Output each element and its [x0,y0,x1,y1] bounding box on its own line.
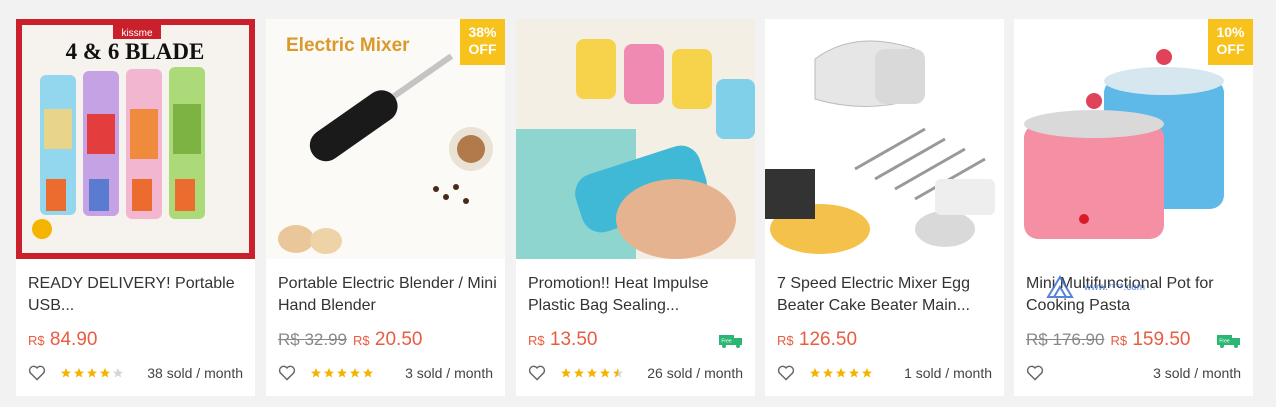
watermark: www.****.com [1044,273,1145,301]
current-price: R$ 20.50 [353,329,423,350]
old-price: R$ 32.99 [278,330,347,349]
current-price: R$ 13.50 [528,329,598,350]
product-title[interactable]: Promotion!! Heat Impulse Plastic Bag Sea… [528,273,750,317]
sold-count: 3 sold / month [405,365,493,381]
svg-text:Free: Free [721,339,732,345]
current-price: R$ 84.90 [28,329,98,350]
star-icon [337,368,347,378]
star-icon [74,368,84,378]
product-title[interactable]: READY DELIVERY! Portable USB... [28,273,250,317]
star-icon [823,368,833,378]
price-row: R$ 13.50 [528,329,597,353]
card-footer: 3 sold / month [1026,363,1241,383]
sold-count: 3 sold / month [1153,365,1241,381]
star-icon [350,368,360,378]
product-title[interactable]: Portable Electric Blender / Mini Hand Bl… [278,273,500,317]
card-footer: 26 sold / month [528,363,743,383]
product-card[interactable]: 7 Speed Electric Mixer Egg Beater Cake B… [765,19,1004,396]
svg-text:Free: Free [1219,339,1230,345]
card-footer: 38 sold / month [28,363,243,383]
rating-stars [310,367,374,379]
price-row: R$ 32.99 R$ 20.50 [278,329,422,353]
heart-icon[interactable] [528,365,546,381]
sold-count: 26 sold / month [647,365,743,381]
star-icon [61,368,71,378]
star-icon [100,368,110,378]
star-icon [574,368,584,378]
star-icon [311,368,321,378]
star-icon [324,368,334,378]
star-icon [587,368,597,378]
rating-stars [809,367,873,379]
star-icon [113,368,123,378]
rating-stars [560,367,624,379]
heart-icon[interactable] [1026,365,1044,381]
discount-badge: 38% OFF [460,19,505,65]
star-icon [849,368,859,378]
heart-icon[interactable] [28,365,46,381]
card-footer: 3 sold / month [278,363,493,383]
star-icon [613,368,623,378]
svg-text:4 & 6 BLADE: 4 & 6 BLADE [66,39,205,64]
watermark-logo-icon [1046,275,1074,298]
product-grid: kissme 4 & 6 BLADE READY DELIVERY! Porta… [0,0,1276,407]
svg-text:kissme: kissme [121,28,153,39]
star-icon [363,368,373,378]
star-icon [862,368,872,378]
product-image[interactable]: Electric Mixer 38% OFF [266,19,505,259]
free-shipping-icon: Free [1217,335,1240,348]
price-row: R$ 176.90 R$ 159.50 [1026,329,1190,353]
svg-text:Electric Mixer: Electric Mixer [286,35,410,56]
heart-icon[interactable] [777,365,795,381]
card-footer: 1 sold / month [777,363,992,383]
star-icon [87,368,97,378]
heart-icon[interactable] [278,365,296,381]
current-price: R$ 159.50 [1110,329,1191,350]
product-card[interactable]: Electric Mixer 38% OFF Portable Electric … [266,19,505,396]
product-card[interactable]: Promotion!! Heat Impulse Plastic Bag Sea… [516,19,755,396]
star-icon [810,368,820,378]
product-title[interactable]: 7 Speed Electric Mixer Egg Beater Cake B… [777,273,999,317]
old-price: R$ 176.90 [1026,330,1105,349]
rating-stars [60,367,124,379]
current-price: R$ 126.50 [777,329,858,350]
price-row: R$ 84.90 [28,329,97,353]
watermark-text: www.****.com [1084,281,1146,293]
star-icon [836,368,846,378]
sold-count: 38 sold / month [147,365,243,381]
free-shipping-icon: Free [719,335,742,348]
star-icon [561,368,571,378]
star-icon [600,368,610,378]
discount-badge: 10% OFF [1208,19,1253,65]
product-image[interactable] [516,19,755,259]
price-row: R$ 126.50 [777,329,857,353]
sold-count: 1 sold / month [904,365,992,381]
product-card[interactable]: kissme 4 & 6 BLADE READY DELIVERY! Porta… [16,19,255,396]
product-image[interactable]: kissme 4 & 6 BLADE [16,19,255,259]
product-image[interactable] [765,19,1004,259]
product-card[interactable]: 10% OFF Mini Multifunctional Pot for Cook… [1014,19,1253,396]
product-image[interactable]: 10% OFF [1014,19,1253,259]
